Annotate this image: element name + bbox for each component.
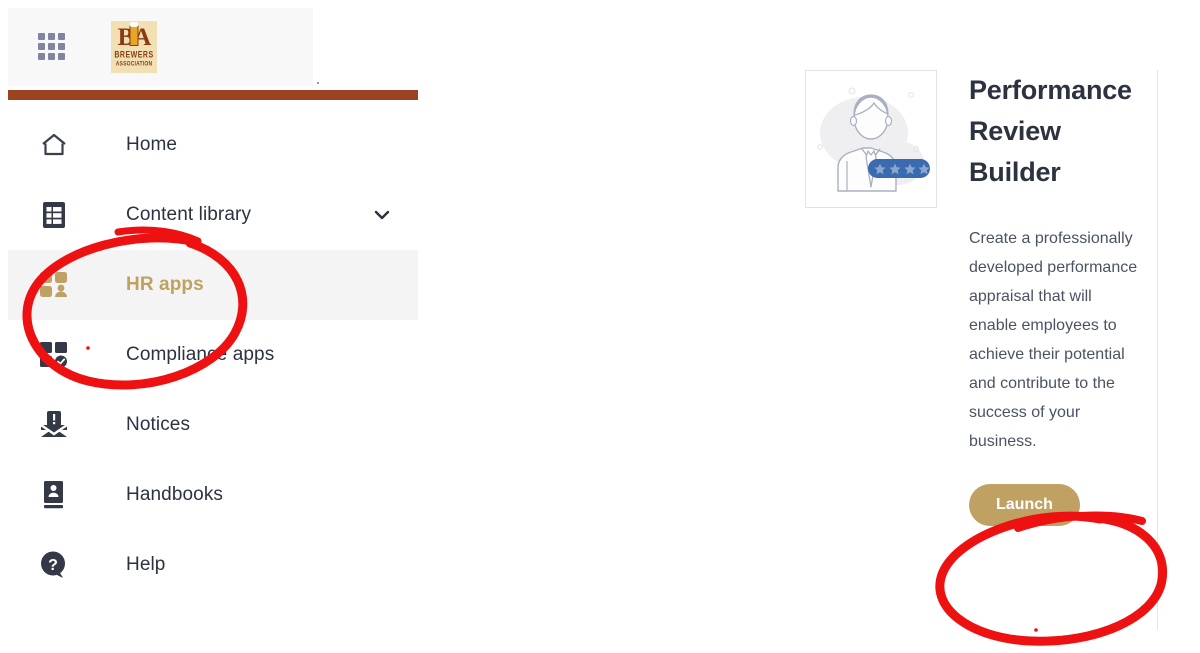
app-root: BA BREWERS ASSOCIATION Home xyxy=(0,0,1200,653)
logo-line-1: BREWERS xyxy=(114,51,154,60)
app-card-title: Performance Review Builder xyxy=(969,75,1132,187)
sidebar-item-handbooks[interactable]: Handbooks xyxy=(8,460,418,530)
sidebar-item-hr-apps[interactable]: HR apps xyxy=(8,250,418,320)
svg-text:?: ? xyxy=(48,557,58,574)
logo-trademark-dot xyxy=(317,82,319,84)
chevron-down-icon[interactable] xyxy=(374,208,390,222)
sidebar-item-notices[interactable]: Notices xyxy=(8,390,418,460)
compliance-grid-check-icon xyxy=(34,340,74,370)
launch-button[interactable]: Launch xyxy=(969,484,1080,526)
sidebar-item-label: Home xyxy=(126,134,178,155)
sidebar-item-label: Compliance apps xyxy=(126,344,275,365)
logo-line-2: ASSOCIATION xyxy=(115,60,153,68)
sidebar-item-home[interactable]: Home xyxy=(8,110,418,180)
hr-apps-grid-person-icon xyxy=(34,270,74,300)
sidebar-item-compliance-apps[interactable]: Compliance apps xyxy=(8,320,418,390)
sidebar-header: BA BREWERS ASSOCIATION xyxy=(8,8,319,86)
card-column-divider xyxy=(1157,70,1158,630)
app-grid-icon[interactable] xyxy=(38,33,66,61)
sidebar-item-label: Notices xyxy=(126,414,191,435)
home-icon xyxy=(34,131,74,159)
performance-review-person-stars-illustration xyxy=(805,70,937,208)
book-person-icon xyxy=(34,480,74,510)
sidebar-item-label: Handbooks xyxy=(126,484,224,505)
sidebar: BA BREWERS ASSOCIATION Home xyxy=(8,0,418,653)
sidebar-item-label: HR apps xyxy=(126,274,204,295)
beer-glass-icon xyxy=(129,22,139,46)
envelope-alert-icon xyxy=(34,410,74,440)
sidebar-item-label: Content library xyxy=(126,204,252,225)
app-card-performance-review-builder: Performance Review Builder Create a prof… xyxy=(805,70,1157,526)
sidebar-item-label: Help xyxy=(126,554,166,575)
app-card-description: Create a professionally developed perfor… xyxy=(969,230,1138,450)
annotation-launch-circle xyxy=(935,511,1168,646)
sidebar-item-content-library[interactable]: Content library xyxy=(8,180,418,250)
list-document-icon xyxy=(34,200,74,230)
brewers-association-logo[interactable]: BA BREWERS ASSOCIATION xyxy=(111,21,157,73)
app-card-actions: Launch xyxy=(969,484,1157,526)
brand-divider xyxy=(8,90,418,100)
sidebar-item-help[interactable]: ? Help xyxy=(8,530,418,600)
app-card-top-row: Performance Review Builder xyxy=(805,70,1157,208)
sidebar-nav-list: Home Content library HR apps Compliance … xyxy=(8,110,418,600)
question-mark-icon: ? xyxy=(34,550,74,580)
